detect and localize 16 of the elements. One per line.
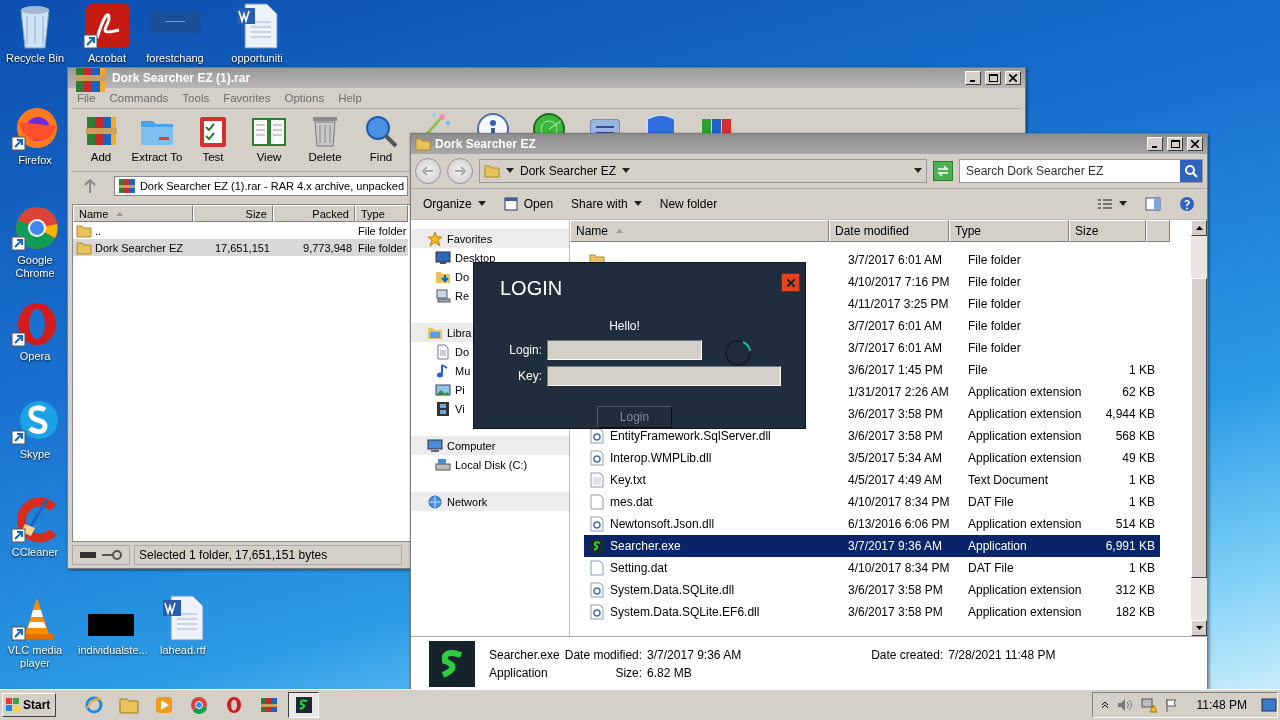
detail-value: 6.82 MB: [647, 666, 693, 680]
detail-label: Size:: [614, 666, 643, 680]
window-title: Dork Searcher EZ: [435, 137, 537, 151]
field-label: Login:: [508, 343, 542, 357]
file-type: Application: [489, 666, 549, 680]
field-label: Key:: [517, 369, 542, 383]
detail-value: 3/7/2017 9:36 AM: [647, 648, 742, 662]
detail-value: 7/28/2021 11:48 PM: [948, 648, 1056, 662]
greeting: Hello!: [608, 319, 641, 333]
file-name: Searcher.exe: [489, 648, 560, 662]
clock: 11:48 PM: [1195, 698, 1248, 712]
dialog-title: LOGIN: [500, 277, 563, 301]
detail-label: Date created:: [871, 648, 944, 662]
window-title: Dork Searcher EZ (1).rar: [112, 71, 252, 85]
detail-label: Date modified:: [564, 648, 643, 662]
status-text: Selected 1 folder, 17,651,151 bytes: [134, 545, 402, 565]
